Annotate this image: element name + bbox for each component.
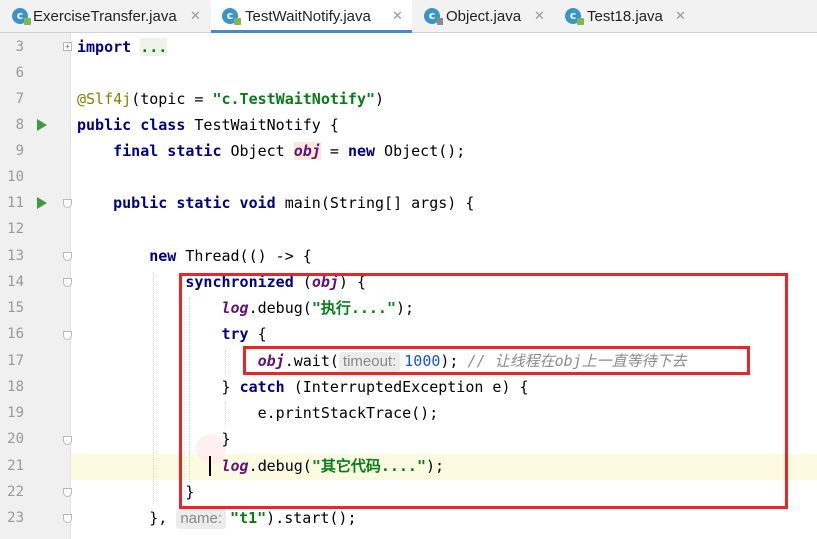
- fold-collapse-icon[interactable]: [63, 331, 72, 340]
- line-number: 22: [7, 484, 24, 500]
- fold-collapse-icon[interactable]: [63, 252, 72, 261]
- line-number: 21: [7, 458, 24, 474]
- code-line-8[interactable]: public class TestWaitNotify {: [77, 112, 339, 138]
- line-number: 19: [7, 405, 24, 421]
- code-line-3[interactable]: import ...: [77, 34, 168, 60]
- line-number: 7: [15, 91, 24, 107]
- tab-object[interactable]: c Object.java ✕: [413, 0, 553, 33]
- line-number: 3: [15, 39, 24, 55]
- close-icon[interactable]: ✕: [190, 0, 201, 33]
- synchronized-block-highlight: [179, 273, 788, 509]
- java-class-icon: c: [12, 8, 31, 25]
- run-main-icon[interactable]: [37, 197, 47, 209]
- code-line-22[interactable]: }: [77, 479, 194, 505]
- fold-expand-icon[interactable]: +: [63, 42, 72, 51]
- tab-testwaitnotify[interactable]: c TestWaitNotify.java ✕: [211, 0, 412, 33]
- editor-tab-bar: c ExerciseTransfer.java ✕ c TestWaitNoti…: [0, 0, 817, 33]
- wait-call-highlight: [243, 346, 750, 375]
- line-number: 6: [15, 65, 24, 81]
- line-number: 9: [15, 143, 24, 159]
- folded-imports[interactable]: ...: [140, 38, 168, 56]
- fold-collapse-icon[interactable]: [63, 199, 72, 208]
- tab-test18[interactable]: c Test18.java ✕: [554, 0, 694, 33]
- java-class-icon: c: [222, 8, 241, 25]
- line-number: 15: [7, 300, 24, 316]
- line-number: 10: [7, 169, 24, 185]
- java-library-class-icon: c: [424, 8, 443, 25]
- code-line-11[interactable]: public static void main(String[] args) {: [77, 190, 474, 216]
- line-number: 23: [7, 510, 24, 526]
- line-number: 17: [7, 353, 24, 369]
- java-class-icon: c: [565, 8, 584, 25]
- close-icon[interactable]: ✕: [675, 0, 686, 33]
- fold-collapse-icon[interactable]: [63, 436, 72, 445]
- close-icon[interactable]: ✕: [392, 0, 403, 33]
- line-number: 8: [15, 117, 24, 133]
- line-number: 13: [7, 248, 24, 264]
- fold-collapse-icon[interactable]: [63, 278, 72, 287]
- tab-label: ExerciseTransfer.java: [33, 8, 177, 25]
- parameter-hint: name:: [176, 509, 227, 529]
- close-icon[interactable]: ✕: [534, 0, 545, 33]
- tab-label: TestWaitNotify.java: [245, 8, 371, 25]
- fold-collapse-icon[interactable]: [63, 514, 72, 523]
- line-number: 20: [7, 431, 24, 447]
- line-number: 12: [7, 221, 24, 237]
- fold-collapse-icon[interactable]: [63, 488, 72, 497]
- code-line-13[interactable]: new Thread(() -> {: [77, 243, 312, 269]
- code-line-9[interactable]: final static Object obj = new Object();: [77, 138, 465, 164]
- line-number: 18: [7, 379, 24, 395]
- line-number: 16: [7, 326, 24, 342]
- tab-label: Object.java: [446, 8, 522, 25]
- tab-label: Test18.java: [587, 8, 663, 25]
- code-line-7[interactable]: @Slf4j(topic = "c.TestWaitNotify"): [77, 86, 384, 112]
- line-number: 11: [7, 195, 24, 211]
- tab-exercisetransfer[interactable]: c ExerciseTransfer.java ✕: [0, 0, 210, 33]
- line-number: 14: [7, 274, 24, 290]
- run-class-icon[interactable]: [37, 119, 47, 131]
